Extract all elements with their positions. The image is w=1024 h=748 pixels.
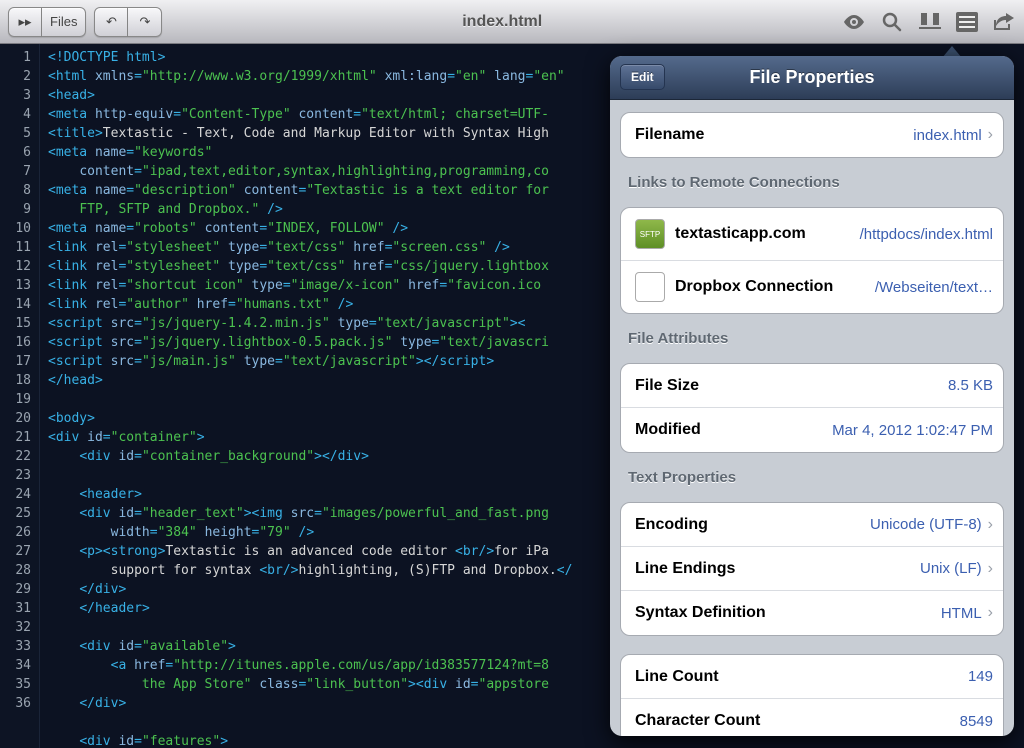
panel-header: Edit File Properties <box>610 56 1014 100</box>
panel-title: File Properties <box>749 67 874 88</box>
textprops-section-header: Text Properties <box>610 453 1014 492</box>
links-section-header: Links to Remote Connections <box>610 158 1014 197</box>
properties-icon[interactable] <box>956 12 978 32</box>
remote-link-value: /Webseiten/text… <box>875 279 993 296</box>
line-count-row: Line Count 149 <box>621 655 1003 699</box>
forward-icon[interactable]: ▸▸ <box>8 7 42 37</box>
modified-row: Modified Mar 4, 2012 1:02:47 PM <box>621 408 1003 452</box>
edit-button[interactable]: Edit <box>620 64 665 90</box>
encoding-row[interactable]: Encoding Unicode (UTF-8) › <box>621 503 1003 547</box>
remote-link-dropbox[interactable]: ◆ Dropbox Connection /Webseiten/text… <box>621 261 1003 313</box>
redo-icon[interactable]: ↷ <box>128 7 162 37</box>
line-endings-row[interactable]: Line Endings Unix (LF) › <box>621 547 1003 591</box>
undo-icon[interactable]: ↶ <box>94 7 128 37</box>
file-size-row: File Size 8.5 KB <box>621 364 1003 408</box>
nav-segment: ▸▸ Files <box>8 7 86 37</box>
preview-icon[interactable] <box>842 10 866 34</box>
remote-link-label: Dropbox Connection <box>675 278 833 296</box>
filename-row[interactable]: Filename index.html › <box>621 113 1003 157</box>
chevron-right-icon: › <box>988 126 993 144</box>
sftp-icon: SFTP <box>635 219 665 249</box>
filename-value: index.html <box>913 127 981 144</box>
chevron-right-icon: › <box>988 604 993 622</box>
chevron-right-icon: › <box>988 560 993 578</box>
line-gutter: 1234567891011121314151617181920212223242… <box>0 44 40 748</box>
char-count-row: Character Count 8549 <box>621 699 1003 736</box>
files-button[interactable]: Files <box>42 7 86 37</box>
chevron-right-icon: › <box>988 516 993 534</box>
filename-label: Filename <box>635 126 704 144</box>
code-content[interactable]: <!DOCTYPE html><html xmlns="http://www.w… <box>40 44 572 748</box>
search-icon[interactable] <box>880 10 904 34</box>
document-title: index.html <box>170 13 834 31</box>
toolbar: ▸▸ Files ↶ ↷ index.html <box>0 0 1024 44</box>
remote-link-sftp[interactable]: SFTP textasticapp.com /httpdocs/index.ht… <box>621 208 1003 261</box>
share-icon[interactable] <box>992 10 1016 34</box>
remote-link-label: textasticapp.com <box>675 225 806 243</box>
attrs-section-header: File Attributes <box>610 314 1014 353</box>
file-properties-panel: Edit File Properties Filename index.html… <box>610 56 1014 736</box>
syntax-definition-row[interactable]: Syntax Definition HTML › <box>621 591 1003 635</box>
undo-redo-segment: ↶ ↷ <box>94 7 162 37</box>
dropbox-icon: ◆ <box>635 272 665 302</box>
cursor-nav-icon[interactable] <box>918 10 942 34</box>
remote-link-value: /httpdocs/index.html <box>860 226 993 243</box>
